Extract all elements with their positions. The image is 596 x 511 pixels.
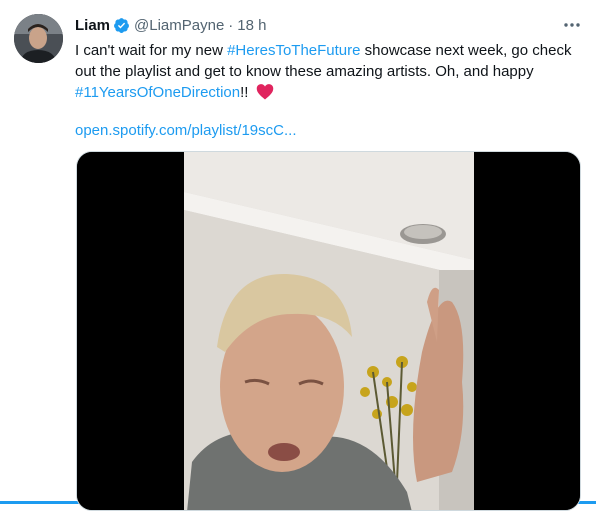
hashtag-link[interactable]: #HeresToTheFuture (227, 42, 360, 59)
playlist-link[interactable]: open.spotify.com/playlist/19scC... (75, 122, 296, 139)
tweet-text-part-3: !! (240, 84, 253, 101)
tweet-text: I can't wait for my new #HeresToTheFutur… (75, 40, 575, 103)
avatar-photo (14, 14, 63, 63)
avatar[interactable] (14, 14, 63, 63)
author-name[interactable]: Liam (75, 17, 110, 34)
author-handle[interactable]: @LiamPayne (134, 17, 224, 34)
tweet-link-line: open.spotify.com/playlist/19scC... (75, 120, 296, 141)
red-heart-icon (256, 84, 273, 100)
tweet-timestamp[interactable]: 18 h (237, 17, 266, 34)
hashtag-link[interactable]: #11YearsOfOneDirection (75, 84, 240, 101)
more-options-icon (564, 23, 580, 27)
tweet-text-part-1: I can't wait for my new (75, 42, 228, 59)
video-frame (77, 152, 580, 510)
tweet-header: Liam @LiamPayne · 18 h (75, 14, 267, 36)
more-options-button[interactable] (558, 14, 586, 36)
verified-badge-icon (114, 17, 129, 33)
separator-dot: · (228, 16, 234, 34)
video-player[interactable] (76, 151, 581, 511)
tweet[interactable]: Liam @LiamPayne · 18 h I can't wait for … (0, 0, 596, 511)
